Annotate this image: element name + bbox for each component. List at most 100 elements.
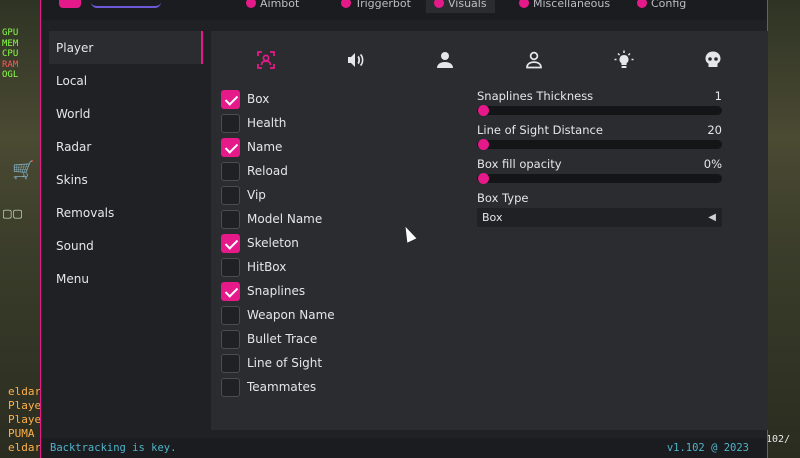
tab-sound[interactable] xyxy=(340,45,370,75)
stat-ogl: OGL xyxy=(2,70,19,80)
sidebar-item-player[interactable]: Player xyxy=(49,31,203,64)
option-box[interactable]: Box xyxy=(221,87,461,111)
checkbox[interactable] xyxy=(221,353,240,373)
sidebar-item-radar[interactable]: Radar xyxy=(49,130,203,163)
sub-tab-bar xyxy=(211,43,768,77)
option-reload[interactable]: Reload xyxy=(221,159,461,183)
option-name[interactable]: Name xyxy=(221,135,461,159)
logo-signature xyxy=(91,0,161,8)
logo-icon xyxy=(59,0,81,8)
tab-label: Aimbot xyxy=(260,0,300,10)
option-teammates[interactable]: Teammates xyxy=(221,375,461,399)
checkbox[interactable] xyxy=(221,113,240,133)
slider-value: 0% xyxy=(703,157,722,171)
sidebar-item-skins[interactable]: Skins xyxy=(49,163,203,196)
slider-track[interactable] xyxy=(477,173,722,184)
slider-handle[interactable] xyxy=(478,139,489,150)
box-type-label: Box Type xyxy=(477,191,529,205)
checkbox[interactable] xyxy=(221,209,240,229)
tab-label: Config xyxy=(651,0,687,10)
slider-label: Box fill opacity xyxy=(477,157,562,171)
slider-track[interactable] xyxy=(477,139,722,150)
tab-target-user[interactable] xyxy=(251,45,281,75)
cart-icon: 🛒 xyxy=(12,160,35,181)
option-line-of-sight[interactable]: Line of Sight xyxy=(221,351,461,375)
sidebar-item-menu[interactable]: Menu xyxy=(49,262,203,295)
performance-overlay: GPU MEM CPU RAM OGL xyxy=(2,28,18,81)
gear-icon xyxy=(519,0,529,8)
option-label: Vip xyxy=(247,188,266,202)
log-line: Playe xyxy=(8,413,40,426)
slider-handle[interactable] xyxy=(478,173,489,184)
tab-team[interactable] xyxy=(519,45,549,75)
sidebar-item-sound[interactable]: Sound xyxy=(49,229,203,262)
option-health[interactable]: Health xyxy=(221,111,461,135)
slider-handle[interactable] xyxy=(478,105,489,116)
slider-track[interactable] xyxy=(477,105,722,116)
option-label: HitBox xyxy=(247,260,287,274)
sidebar-item-local[interactable]: Local xyxy=(49,64,203,97)
user-filled-icon xyxy=(436,52,453,68)
option-label: Weapon Name xyxy=(247,308,335,322)
speaker-icon xyxy=(348,53,364,67)
tab-glow[interactable] xyxy=(609,45,639,75)
option-weapon-name[interactable]: Weapon Name xyxy=(221,303,461,327)
checkbox[interactable] xyxy=(221,233,240,253)
tab-aimbot[interactable]: Aimbot xyxy=(246,0,299,13)
option-label: Reload xyxy=(247,164,288,178)
option-vip[interactable]: Vip xyxy=(221,183,461,207)
stat-cpu: CPU xyxy=(2,49,19,59)
option-hitbox[interactable]: HitBox xyxy=(221,255,461,279)
stat-gpu: GPU xyxy=(2,28,19,38)
checkbox[interactable] xyxy=(221,185,240,205)
config-icon xyxy=(637,0,647,8)
visuals-icon xyxy=(434,0,444,8)
checkbox[interactable] xyxy=(221,329,240,349)
checkbox[interactable] xyxy=(221,257,240,277)
slider-value: 20 xyxy=(707,123,722,137)
log-line: Playe xyxy=(8,399,40,412)
stat-mem: MEM xyxy=(2,38,19,49)
option-label: Skeleton xyxy=(247,236,299,250)
checkbox[interactable] xyxy=(221,89,240,109)
option-model-name[interactable]: Model Name xyxy=(221,207,461,231)
checkbox[interactable] xyxy=(221,161,240,181)
tab-triggerbot[interactable]: Triggerbot xyxy=(341,0,411,13)
option-label: Box xyxy=(247,92,270,106)
line-of-sight-distance-slider[interactable]: Line of Sight Distance 20 xyxy=(477,123,722,157)
version-text: v1.102 @ 2023 xyxy=(666,442,749,454)
skull-icon xyxy=(705,51,721,69)
option-label: Health xyxy=(247,116,287,130)
box-type-select[interactable]: Box ◀ xyxy=(477,208,722,227)
option-skeleton[interactable]: Skeleton xyxy=(221,231,461,255)
box-fill-opacity-slider[interactable]: Box fill opacity 0% xyxy=(477,157,722,191)
sidebar-item-world[interactable]: World xyxy=(49,97,203,130)
tab-visuals[interactable]: Visuals xyxy=(426,0,495,13)
tab-enemy[interactable] xyxy=(430,45,460,75)
option-bullet-trace[interactable]: Bullet Trace xyxy=(221,327,461,351)
log-line: PUMA xyxy=(8,427,35,440)
esp-settings-controls: Snaplines Thickness 1 Line of Sight Dist… xyxy=(477,89,722,227)
tab-dead[interactable] xyxy=(698,45,728,75)
sidebar-item-removals[interactable]: Removals xyxy=(49,196,203,229)
esp-options-list: Box Health Name Reload Vip Model Name Sk… xyxy=(221,87,461,399)
slider-value: 1 xyxy=(714,89,722,103)
option-label: Model Name xyxy=(247,212,323,226)
status-footer: Backtracking is key. v1.102 @ 2023 xyxy=(41,438,767,458)
tab-miscellaneous[interactable]: Miscellaneous xyxy=(519,0,610,13)
tab-config[interactable]: Config xyxy=(637,0,686,13)
option-label: Name xyxy=(247,140,283,154)
log-line: eldar xyxy=(8,441,40,454)
option-label: Line of Sight xyxy=(247,356,323,370)
box-type-value: Box xyxy=(482,211,503,224)
snaplines-thickness-slider[interactable]: Snaplines Thickness 1 xyxy=(477,89,722,123)
checkbox[interactable] xyxy=(221,137,240,157)
tab-label: Miscellaneous xyxy=(533,0,611,10)
checkbox[interactable] xyxy=(221,281,240,301)
checkbox[interactable] xyxy=(221,377,240,397)
option-label: Teammates xyxy=(247,380,317,394)
option-snaplines[interactable]: Snaplines xyxy=(221,279,461,303)
option-label: Snaplines xyxy=(247,284,306,298)
dropdown-arrow-icon: ◀ xyxy=(708,212,716,223)
checkbox[interactable] xyxy=(221,305,240,325)
